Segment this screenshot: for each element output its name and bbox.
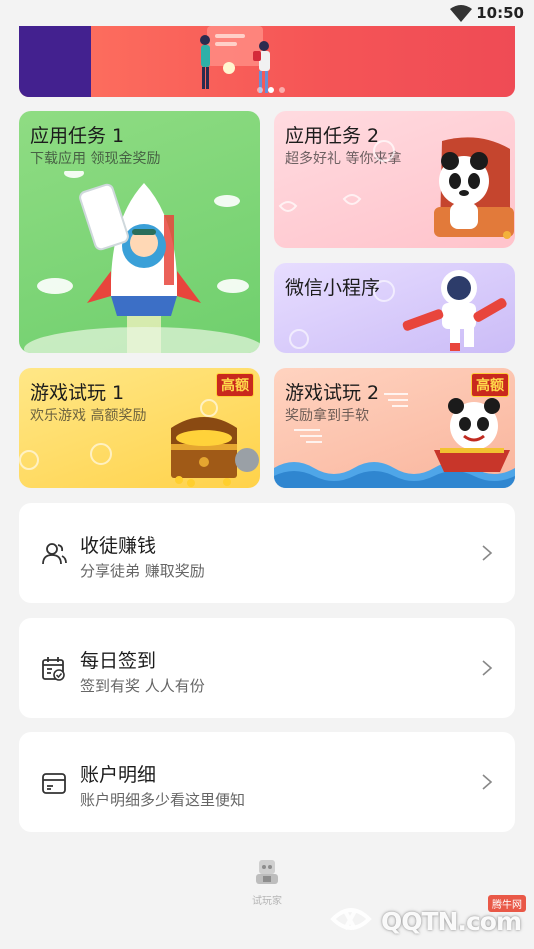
status-bar: 10:50 — [0, 0, 534, 28]
menu-subtitle: 签到有奖 人人有份 — [80, 677, 205, 695]
app-task-2-card[interactable]: 应用任务 2 超多好礼 等你来拿 — [274, 111, 515, 248]
banner-dot[interactable] — [279, 87, 285, 93]
banner-dot[interactable] — [257, 87, 263, 93]
banner-pagination — [257, 78, 290, 97]
menu-title: 账户明细 — [80, 764, 157, 786]
site-watermark: QQTN.com 腾牛网 — [325, 893, 530, 945]
watermark-logo-icon — [330, 908, 372, 930]
watermark-badge: 腾牛网 — [488, 895, 526, 912]
app-task-1-card[interactable]: 应用任务 1 下载应用 领现金奖励 — [19, 111, 260, 353]
card-subtitle: 下载应用 领现金奖励 — [30, 151, 161, 167]
account-details-item[interactable]: 账户明细 账户明细多少看这里便知 — [19, 732, 515, 832]
banner-dot-active[interactable] — [268, 87, 274, 93]
daily-checkin-item[interactable]: 每日签到 签到有奖 人人有份 — [19, 618, 515, 718]
chevron-right-icon — [482, 545, 493, 561]
treasure-chest-illustration — [19, 399, 259, 487]
banner-side-panel — [19, 26, 91, 97]
menu-title: 收徒赚钱 — [80, 535, 157, 557]
brand-label: 试玩家 — [252, 896, 282, 907]
astronaut-illustration — [289, 270, 507, 351]
menu-subtitle: 分享徒弟 赚取奖励 — [80, 562, 205, 580]
game-trial-1-card[interactable]: 游戏试玩 1 欢乐游戏 高额奖励 高额 — [19, 368, 260, 488]
wallet-icon — [42, 773, 66, 794]
panda-boat-illustration — [274, 393, 515, 488]
calendar-check-icon — [42, 657, 65, 681]
chevron-right-icon — [482, 774, 493, 790]
invite-apprentice-item[interactable]: 收徒赚钱 分享徒弟 赚取奖励 — [19, 503, 515, 603]
promo-banner[interactable] — [19, 26, 515, 97]
mascot-icon — [256, 860, 278, 884]
game-trial-2-card[interactable]: 游戏试玩 2 奖励拿到手软 高额 — [274, 368, 515, 488]
people-icon — [42, 543, 67, 565]
card-title: 应用任务 1 — [30, 125, 125, 147]
clock: 10:50 — [476, 4, 524, 22]
chevron-right-icon — [482, 660, 493, 676]
menu-title: 每日签到 — [80, 650, 157, 672]
rocket-illustration — [24, 171, 260, 353]
panda-throne-illustration — [278, 137, 514, 239]
wifi-icon — [450, 5, 472, 22]
wechat-mini-program-card[interactable]: 微信小程序 — [274, 263, 515, 353]
menu-subtitle: 账户明细多少看这里便知 — [80, 791, 246, 809]
app-brand-logo: 试玩家 — [246, 858, 288, 907]
